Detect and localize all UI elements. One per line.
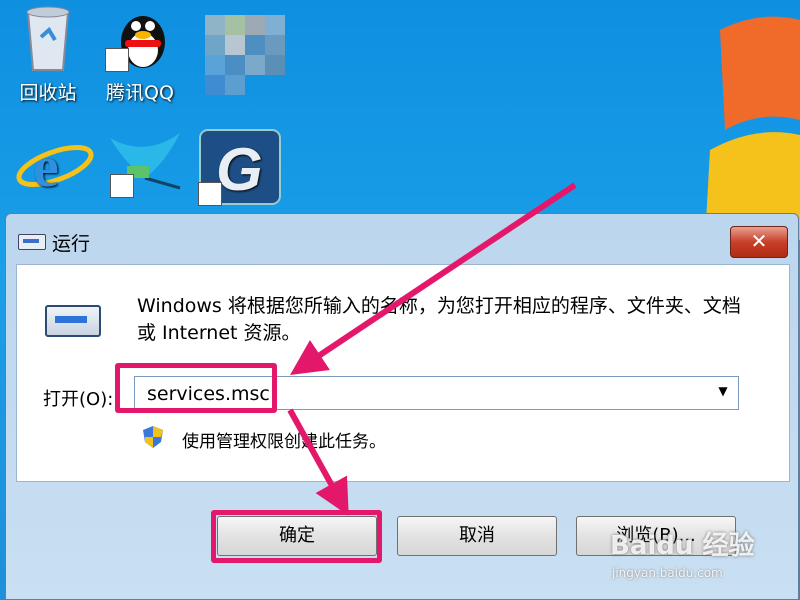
- recycle-bin-shortcut[interactable]: 回收站: [0, 2, 96, 105]
- shortcut-arrow-icon: [110, 174, 134, 198]
- run-icon: [45, 305, 101, 337]
- internet-explorer-icon: e: [13, 128, 94, 199]
- close-button[interactable]: ✕: [730, 226, 788, 258]
- ie-shortcut[interactable]: e: [0, 128, 96, 199]
- qq-label: 腾讯QQ: [106, 82, 174, 104]
- title-bar[interactable]: 运行 ✕: [6, 214, 798, 258]
- uac-shield-icon: [143, 426, 163, 448]
- dialog-title: 运行: [52, 233, 91, 255]
- input-highlight-box: [115, 363, 277, 413]
- g-app-icon: G: [198, 128, 282, 206]
- shortcut-arrow-icon: [198, 182, 222, 206]
- shortcut-arrow-icon: [105, 48, 129, 72]
- dropdown-arrow-icon[interactable]: ▼: [714, 384, 732, 402]
- windows-flag-icon: [705, 16, 800, 240]
- run-icon-small: [18, 234, 46, 250]
- qq-shortcut[interactable]: 腾讯QQ: [92, 2, 188, 105]
- g-app-shortcut[interactable]: G: [192, 128, 288, 206]
- watermark: Baidu 经验: [610, 531, 755, 561]
- recycle-bin-label: 回收站: [19, 82, 77, 104]
- open-label: 打开(O):: [43, 389, 114, 410]
- qq-penguin-icon: [105, 2, 175, 72]
- svg-text:G: G: [216, 136, 263, 203]
- svg-text:e: e: [33, 134, 59, 198]
- cancel-button[interactable]: 取消: [397, 516, 557, 556]
- admin-privilege-note: 使用管理权限创建此任务。: [182, 432, 386, 452]
- recycle-bin-icon: [13, 2, 83, 72]
- dialog-description: Windows 将根据您所输入的名称，为您打开相应的程序、文件夹、文档或 Int…: [137, 295, 741, 344]
- pixelated-icon[interactable]: [205, 5, 285, 105]
- bird-lite-app-icon: [105, 128, 181, 198]
- watermark-url: jingyan.baidu.com: [612, 566, 723, 580]
- bird-app-shortcut[interactable]: [92, 128, 188, 198]
- ok-button-highlight-box: [211, 510, 382, 563]
